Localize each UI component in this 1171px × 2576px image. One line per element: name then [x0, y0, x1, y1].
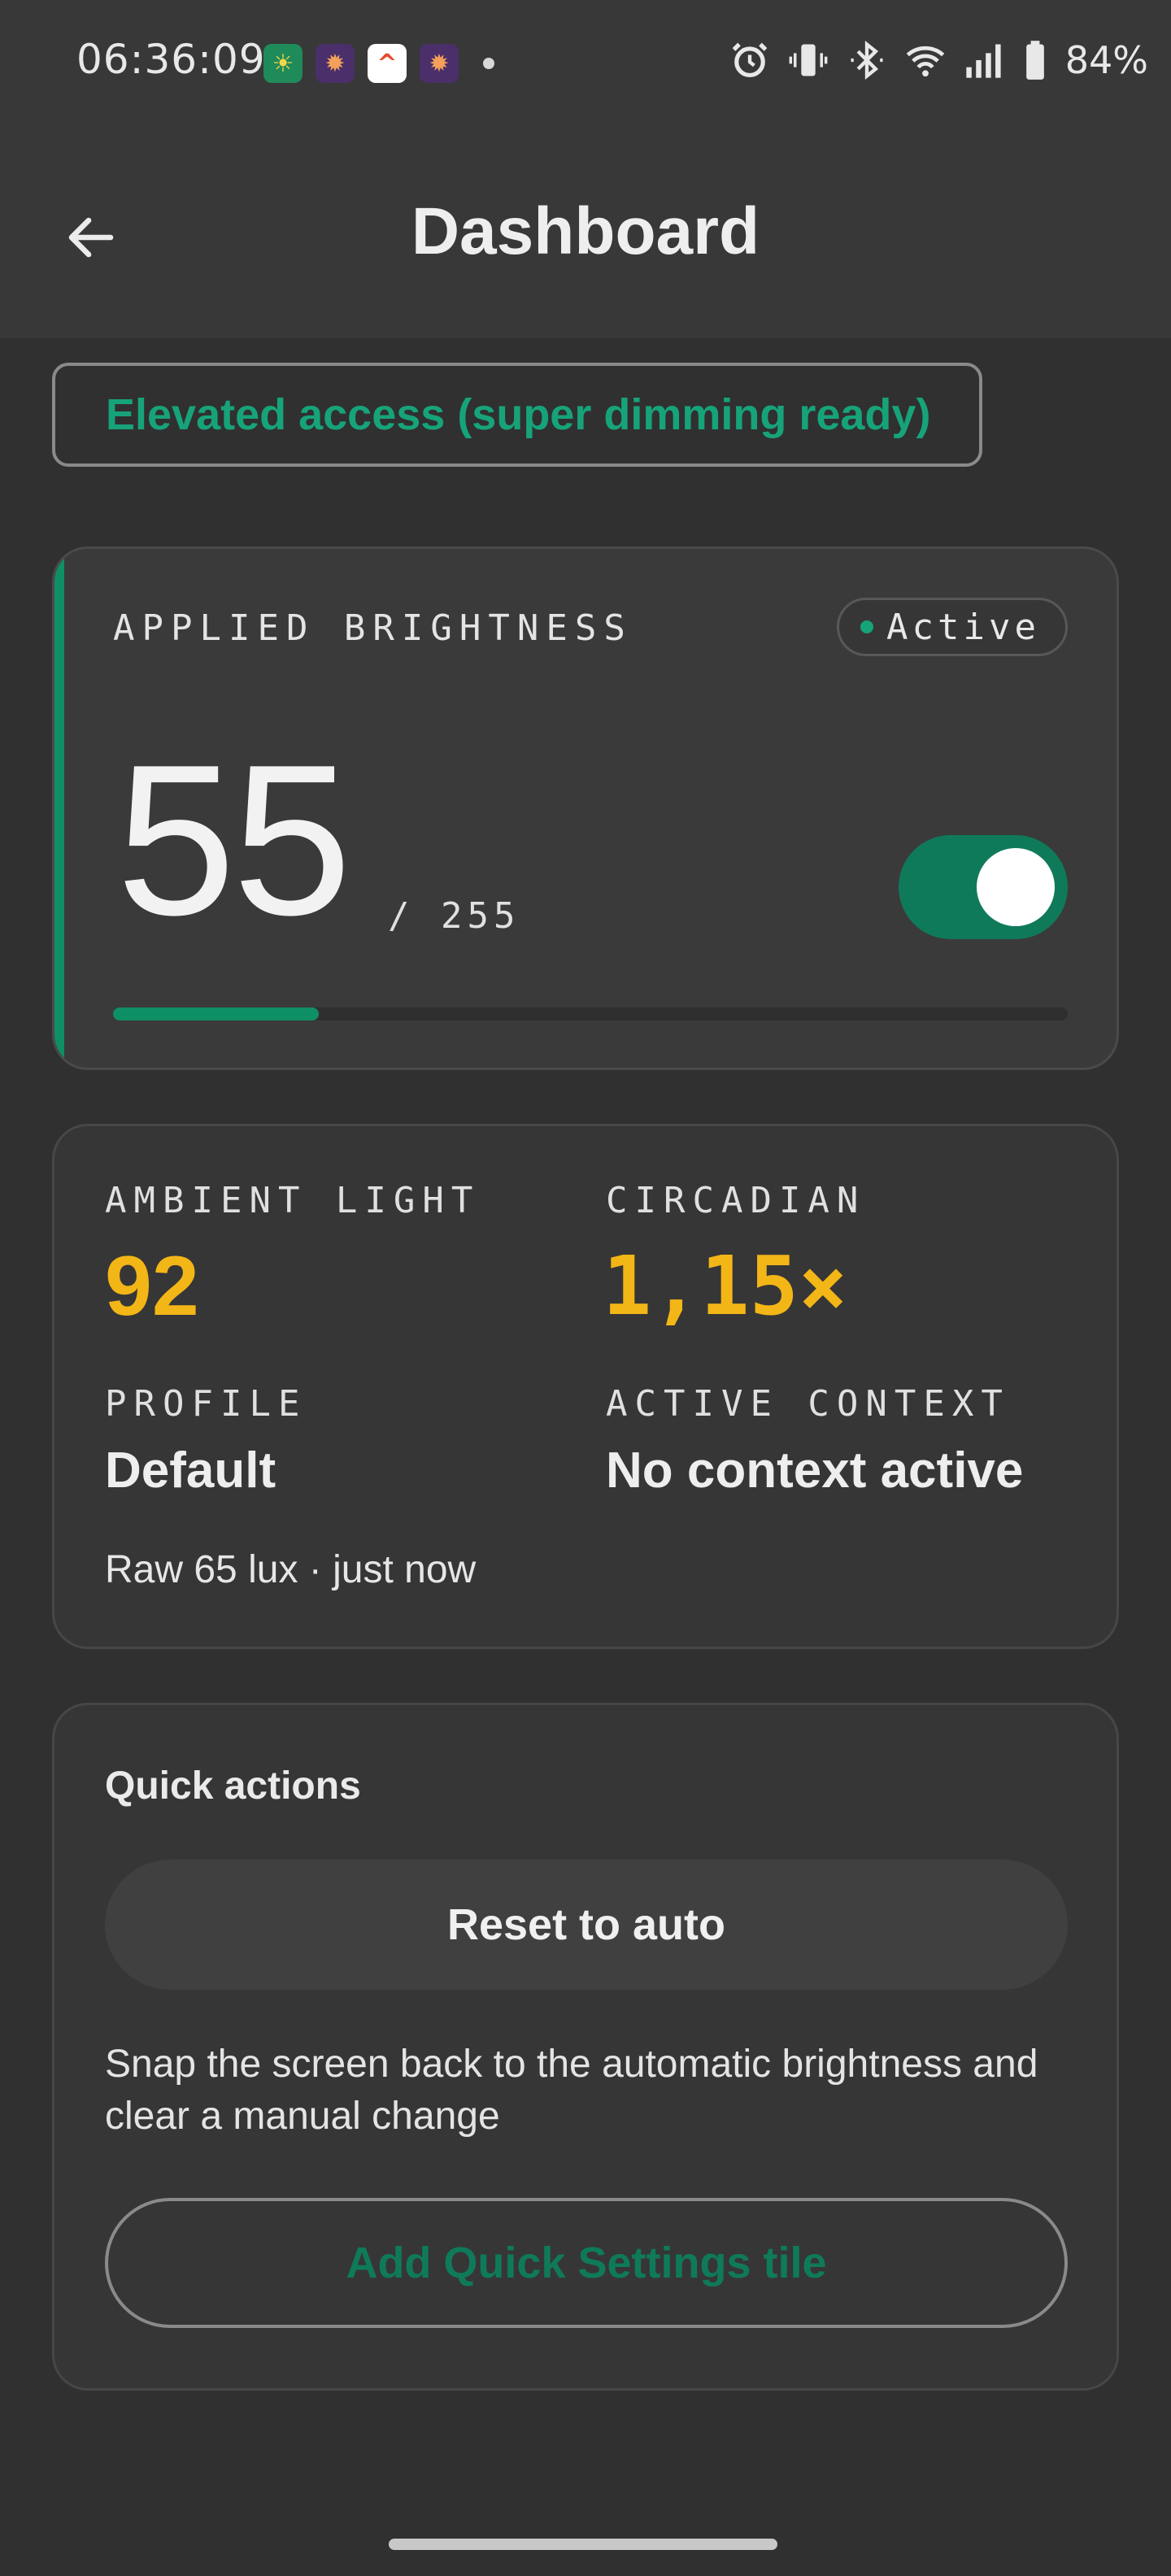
wifi-icon	[904, 37, 947, 83]
system-icons: 84%	[729, 37, 1148, 83]
status-time: 06:36:09	[76, 36, 266, 83]
profile-value: Default	[105, 1442, 276, 1499]
raw-lux-reading: Raw 65 lux · just now	[105, 1548, 477, 1591]
home-indicator[interactable]	[389, 2539, 777, 2550]
reset-to-auto-button[interactable]: Reset to auto	[105, 1860, 1068, 1990]
quick-actions-card: Quick actions Reset to auto Snap the scr…	[52, 1703, 1119, 2391]
status-bar: 06:36:09 ☀ ✹ ^ ✹ 84%	[0, 0, 1171, 130]
circadian-value: 1,15×	[603, 1238, 848, 1334]
bluetooth-icon	[846, 37, 888, 83]
more-notifications-dot	[483, 58, 494, 69]
active-context-value: No context active	[606, 1442, 1024, 1499]
accent-strip	[54, 549, 64, 1068]
toggle-knob	[977, 848, 1055, 926]
brightness-label: APPLIED BRIGHTNESS	[113, 607, 633, 649]
battery-icon	[1021, 37, 1049, 83]
page-title: Dashboard	[411, 194, 760, 268]
app-bar: Dashboard	[0, 130, 1171, 338]
ambient-light-label: AMBIENT LIGHT	[105, 1180, 481, 1221]
notification-icons: ☀ ✹ ^ ✹	[263, 44, 494, 83]
vibrate-icon	[787, 37, 829, 83]
brightness-toggle[interactable]	[899, 835, 1068, 939]
add-quick-settings-tile-button[interactable]: Add Quick Settings tile	[105, 2198, 1068, 2328]
quick-actions-title: Quick actions	[105, 1764, 361, 1808]
elevated-access-badge: Elevated access (super dimming ready)	[52, 363, 982, 467]
sun-app-icon: ☀	[263, 44, 303, 83]
signal-icon	[963, 37, 1005, 83]
brightness-max: / 255	[388, 895, 520, 937]
battery-level: 84%	[1064, 38, 1148, 82]
brightness-progress-fill	[113, 1007, 320, 1020]
profile-label: PROFILE	[105, 1383, 307, 1425]
arrow-app-icon: ^	[368, 44, 407, 83]
reset-description: Snap the screen back to the automatic br…	[105, 2043, 1038, 2138]
brightness-value: 55	[116, 720, 352, 959]
active-context-label: ACTIVE CONTEXT	[606, 1383, 1010, 1425]
active-dot-icon	[860, 620, 873, 633]
circadian-label: CIRCADIAN	[606, 1180, 866, 1221]
bug-app-icon: ✹	[420, 44, 459, 83]
dashboard-screen: 06:36:09 ☀ ✹ ^ ✹ 84% Dashboard Elevated …	[0, 0, 1171, 2576]
ambient-light-value: 92	[105, 1239, 199, 1334]
bug-app-icon: ✹	[316, 44, 355, 83]
alarm-icon	[729, 37, 771, 83]
brightness-card: APPLIED BRIGHTNESS Active 55 / 255	[52, 546, 1119, 1070]
status-badge: Active	[837, 598, 1068, 656]
brightness-progress-bar	[113, 1007, 1068, 1020]
status-badge-label: Active	[886, 606, 1040, 648]
stats-card: AMBIENT LIGHT 92 CIRCADIAN 1,15× PROFILE…	[52, 1124, 1119, 1649]
